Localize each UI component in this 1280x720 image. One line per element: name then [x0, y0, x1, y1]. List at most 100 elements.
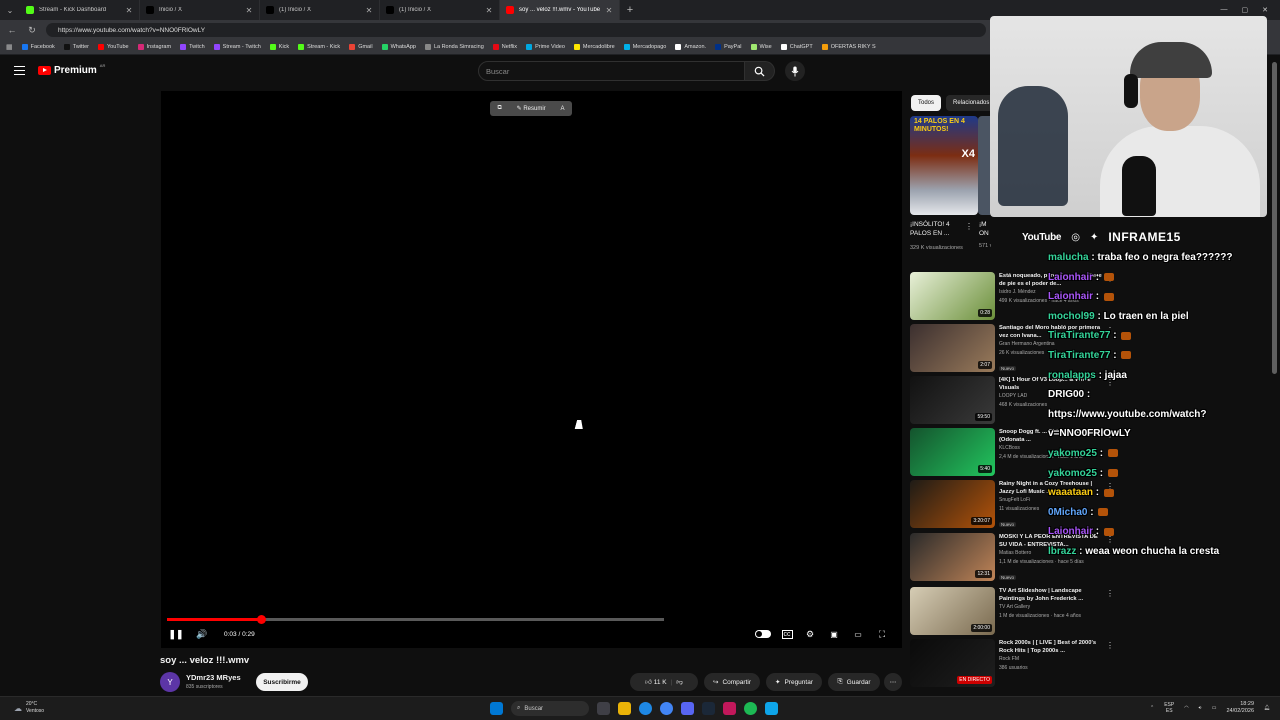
steam-icon[interactable]: [702, 702, 715, 715]
apps-icon[interactable]: ▦: [6, 43, 13, 51]
channel-avatar[interactable]: Y: [160, 672, 180, 692]
pause-button[interactable]: ❚❚: [168, 625, 183, 643]
browser-tab[interactable]: (1) Inicio / X ✕: [380, 0, 500, 20]
tab-list-icon[interactable]: ⌄: [0, 6, 20, 15]
obs-icon[interactable]: [723, 702, 736, 715]
menu-icon[interactable]: [14, 66, 25, 75]
maximize-icon[interactable]: ▢: [1242, 6, 1249, 14]
notifications-icon[interactable]: 🔔︎: [1264, 705, 1270, 711]
bookmark-item[interactable]: Twitch: [180, 44, 205, 50]
taskbar-search[interactable]: ⌕ Buscar: [511, 701, 589, 716]
tab-close-icon[interactable]: ✕: [365, 6, 373, 15]
chrome-icon[interactable]: [660, 702, 673, 715]
browser-tab[interactable]: Inicio / X ✕: [140, 0, 260, 20]
video-channel[interactable]: TV Art Gallery: [999, 603, 1107, 612]
task-view-icon[interactable]: [597, 702, 610, 715]
recommended-video[interactable]: EN DIRECTO Rock 2000s | [ LIVE ] Best of …: [910, 639, 1114, 687]
summarize-button[interactable]: ✎ Resumir: [517, 105, 546, 112]
bookmark-item[interactable]: Mercadopago: [623, 44, 666, 50]
browser-tab[interactable]: Stream - Kick Dashboard ✕: [20, 0, 140, 20]
filter-chip[interactable]: Todos: [911, 95, 942, 111]
bookmark-item[interactable]: WhatsApp: [381, 44, 416, 50]
volume-tray-icon[interactable]: 🔉︎: [1199, 705, 1202, 711]
url-field[interactable]: https://www.youtube.com/watch?v=NNO0FRlO…: [46, 23, 986, 37]
video-thumbnail[interactable]: 5:40: [910, 428, 995, 476]
ask-button[interactable]: ✦ Preguntar: [766, 673, 822, 691]
app-icon[interactable]: [765, 702, 778, 715]
tray-expand-icon[interactable]: ⌃: [1150, 705, 1154, 711]
bookmark-item[interactable]: Twitter: [63, 44, 89, 50]
bookmark-item[interactable]: ChatGPT: [780, 44, 813, 50]
subscribe-button[interactable]: Suscribirme: [256, 673, 308, 691]
channel-name[interactable]: YDmr23 MRyes: [186, 673, 241, 682]
cast-button[interactable]: ▭: [851, 625, 865, 643]
reload-icon[interactable]: ↻: [26, 25, 38, 36]
bookmark-item[interactable]: Mercadolibre: [573, 44, 615, 50]
video-menu-icon[interactable]: ⋮: [1106, 641, 1114, 650]
bookmark-item[interactable]: Gmail: [349, 44, 373, 50]
minimize-icon[interactable]: —: [1221, 6, 1228, 14]
save-button[interactable]: ⎘ Guardar: [828, 673, 880, 691]
miniplayer-button[interactable]: ▣: [827, 625, 841, 643]
recommended-video[interactable]: 2:00:00 TV Art Slideshow | Landscape Pain…: [910, 587, 1114, 635]
windows-start-icon[interactable]: [490, 702, 503, 715]
fullscreen-button[interactable]: ⛶: [875, 625, 889, 643]
video-channel[interactable]: Rock FM: [999, 655, 1107, 664]
video-thumbnail[interactable]: 3:20:07: [910, 480, 995, 528]
video-thumbnail[interactable]: 59:50: [910, 376, 995, 424]
tab-close-icon[interactable]: ✕: [125, 6, 133, 15]
spotify-icon[interactable]: [744, 702, 757, 715]
close-window-icon[interactable]: ✕: [1262, 6, 1268, 14]
bookmark-item[interactable]: Instagram: [137, 44, 171, 50]
subtitles-button[interactable]: cc: [780, 625, 794, 643]
bookmark-item[interactable]: Wise: [750, 44, 772, 50]
volume-button[interactable]: 🔊: [194, 625, 210, 643]
tab-close-icon[interactable]: ✕: [605, 6, 613, 15]
scrollbar-thumb[interactable]: [1272, 62, 1277, 374]
bookmark-item[interactable]: YouTube: [97, 44, 129, 50]
tab-close-icon[interactable]: ✕: [245, 6, 253, 15]
short-title-2[interactable]: ¡M ON: [979, 220, 991, 238]
progress-bar[interactable]: [167, 615, 664, 624]
short-thumbnail[interactable]: 14 PALOS EN 4 MINUTOS! X4: [910, 116, 978, 215]
bookmark-item[interactable]: OFERTAS RIKY S: [821, 44, 876, 50]
video-thumbnail[interactable]: EN DIRECTO: [910, 639, 995, 687]
language-indicator[interactable]: ESP ES: [1164, 702, 1174, 714]
bookmark-item[interactable]: Facebook: [21, 44, 55, 50]
video-thumbnail[interactable]: 2:07: [910, 324, 995, 372]
video-title-link[interactable]: TV Art Slideshow | Landscape Paintings b…: [999, 587, 1107, 603]
share-button[interactable]: ↪ Compartir: [704, 673, 760, 691]
bookmark-item[interactable]: Kick: [269, 44, 289, 50]
bookmark-item[interactable]: Prime Video: [526, 44, 565, 50]
dislike-button[interactable]: 👎︎: [676, 678, 683, 686]
bookmark-item[interactable]: Stream - Twitch: [213, 44, 261, 50]
weather-widget[interactable]: ☁ 20°C Ventoso: [14, 701, 44, 715]
voice-search-button[interactable]: [785, 61, 805, 81]
tab-close-icon[interactable]: ✕: [485, 6, 493, 15]
video-menu-icon[interactable]: ⋮: [1106, 589, 1114, 598]
browser-tab[interactable]: (1) Inicio / X ✕: [260, 0, 380, 20]
clock[interactable]: 18:29 24/02/2026: [1226, 701, 1254, 715]
bookmark-item[interactable]: Netflix: [492, 44, 517, 50]
video-thumbnail[interactable]: 12:31: [910, 533, 995, 581]
back-icon[interactable]: ←: [6, 25, 18, 35]
bookmark-item[interactable]: Amazon.: [675, 44, 706, 50]
file-explorer-icon[interactable]: [618, 702, 631, 715]
bookmark-item[interactable]: La Ronda Simracing: [424, 44, 484, 50]
edge-icon[interactable]: [639, 702, 652, 715]
browser-tab[interactable]: soy ... veloz !!!.wmv - YouTube ✕: [500, 0, 620, 20]
page-scrollbar[interactable]: [1271, 58, 1278, 696]
search-input[interactable]: Buscar: [478, 61, 745, 81]
autoplay-toggle[interactable]: [754, 625, 772, 643]
filter-chip[interactable]: Relacionados: [946, 95, 997, 111]
search-button[interactable]: [745, 61, 775, 81]
bookmark-item[interactable]: PayPal: [715, 44, 742, 50]
picture-in-picture-icon[interactable]: ⧉: [497, 105, 501, 112]
video-thumbnail[interactable]: 0:28: [910, 272, 995, 320]
wifi-icon[interactable]: ◠: [1184, 705, 1188, 711]
battery-icon[interactable]: ▭: [1212, 705, 1217, 711]
short-thumbnail-2[interactable]: [978, 116, 990, 215]
settings-button[interactable]: ⚙: [803, 625, 817, 643]
discord-icon[interactable]: [681, 702, 694, 715]
like-button[interactable]: 👍︎ 11 K: [645, 678, 667, 686]
